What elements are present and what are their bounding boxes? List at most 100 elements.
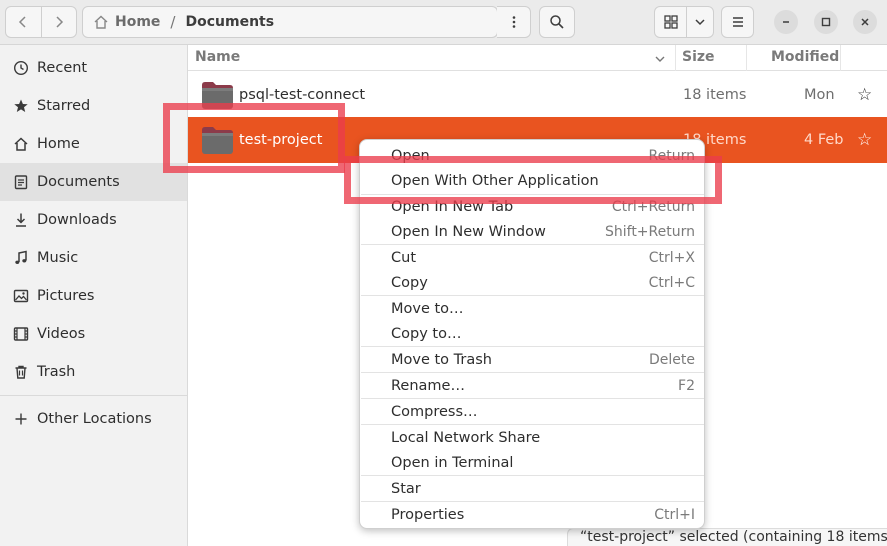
menu-item-copy[interactable]: Copy Ctrl+C [360, 270, 704, 295]
menu-item-cut[interactable]: Cut Ctrl+X [360, 245, 704, 270]
search-button[interactable] [539, 6, 575, 38]
sidebar-item-documents[interactable]: Documents [0, 163, 187, 201]
menu-item-compress[interactable]: Compress… [360, 399, 704, 424]
close-button[interactable] [853, 10, 877, 34]
menu-item-label: Rename… [391, 377, 465, 394]
menu-item-copy-to[interactable]: Copy to… [360, 321, 704, 346]
menu-shortcut: Ctrl+C [648, 274, 695, 291]
menu-shortcut: Ctrl+X [648, 249, 695, 266]
breadcrumb-current[interactable]: Documents [185, 14, 274, 30]
navigation-buttons [5, 6, 77, 38]
breadcrumb-separator: / [170, 13, 176, 31]
column-divider [746, 45, 747, 71]
view-toggle-group [654, 6, 714, 38]
menu-item-rename[interactable]: Rename… F2 [360, 373, 704, 398]
menu-item-open-in-new-tab[interactable]: Open In New Tab Ctrl+Return [360, 194, 704, 219]
file-modified: Mon [804, 87, 835, 103]
breadcrumb-home-label: Home [115, 14, 161, 30]
grid-icon [664, 15, 678, 29]
sidebar-item-home[interactable]: Home [0, 125, 187, 163]
star-icon [12, 97, 30, 115]
back-button[interactable] [6, 7, 41, 37]
view-options-button[interactable] [686, 7, 713, 37]
home-icon [12, 135, 30, 153]
menu-item-label: Properties [391, 506, 465, 523]
chevron-right-icon [56, 16, 64, 28]
music-icon [12, 249, 30, 267]
star-icon[interactable]: ☆ [857, 85, 872, 105]
menu-item-label: Open In New Tab [391, 198, 514, 215]
menu-item-label: Open [391, 147, 430, 164]
menu-item-label: Compress… [391, 403, 478, 420]
sidebar-item-downloads[interactable]: Downloads [0, 201, 187, 239]
plus-icon [12, 410, 30, 428]
sidebar-item-label: Recent [37, 60, 88, 76]
table-row[interactable]: psql-test-connect 18 items Mon ☆ [188, 72, 887, 118]
status-bar: “test-project” selected (containing 18 i… [567, 528, 887, 546]
search-icon [550, 15, 564, 29]
sidebar-item-pictures[interactable]: Pictures [0, 277, 187, 315]
sidebar-item-label: Other Locations [37, 411, 152, 427]
breadcrumb-home[interactable]: Home [83, 14, 160, 30]
video-icon [12, 325, 30, 343]
menu-item-open-in-new-window[interactable]: Open In New Window Shift+Return [360, 219, 704, 244]
file-size: 18 items [683, 87, 747, 103]
menu-shortcut: Shift+Return [604, 223, 695, 240]
star-icon[interactable]: ☆ [857, 130, 872, 150]
clock-icon [12, 59, 30, 77]
chevron-down-icon [695, 19, 705, 26]
column-divider [675, 45, 676, 71]
grid-view-button[interactable] [655, 7, 686, 37]
minimize-icon [783, 21, 789, 23]
home-icon [94, 15, 108, 29]
menu-shortcut: Ctrl+Return [611, 198, 695, 215]
maximize-button[interactable] [814, 10, 838, 34]
main-menu-button[interactable] [721, 6, 754, 38]
column-modified[interactable]: Modified [771, 49, 839, 65]
folder-icon [202, 82, 233, 109]
file-name: test-project [239, 132, 323, 148]
menu-item-label: Open With Other Application [391, 172, 599, 189]
sidebar-item-label: Documents [37, 174, 120, 190]
sidebar-item-other-locations[interactable]: Other Locations [0, 400, 187, 438]
menu-item-open-in-terminal[interactable]: Open in Terminal [360, 450, 704, 475]
menu-item-local-network-share[interactable]: Local Network Share [360, 425, 704, 450]
menu-item-open[interactable]: Open Return [360, 143, 704, 168]
sidebar-item-recent[interactable]: Recent [0, 49, 187, 87]
menu-item-label: Open in Terminal [391, 454, 514, 471]
header-bar: Home / Documents [0, 0, 887, 45]
file-modified: 4 Feb [804, 132, 844, 148]
sidebar-item-trash[interactable]: Trash [0, 353, 187, 391]
trash-icon [12, 363, 30, 381]
sidebar-item-starred[interactable]: Starred [0, 87, 187, 125]
column-size[interactable]: Size [682, 49, 715, 65]
sidebar-item-music[interactable]: Music [0, 239, 187, 277]
path-menu-button[interactable] [497, 6, 531, 38]
vertical-dots-icon [512, 16, 515, 28]
chevron-left-icon [19, 16, 27, 28]
minimize-button[interactable] [774, 10, 798, 34]
menu-item-label: Star [391, 480, 421, 497]
sidebar-item-label: Home [37, 136, 80, 152]
file-name: psql-test-connect [239, 87, 366, 103]
menu-item-move-to-trash[interactable]: Move to Trash Delete [360, 347, 704, 372]
sidebar-item-label: Downloads [37, 212, 117, 228]
menu-item-open-with-other-application[interactable]: Open With Other Application [360, 168, 704, 193]
menu-item-label: Move to Trash [391, 351, 492, 368]
forward-button[interactable] [40, 7, 76, 37]
sidebar-item-videos[interactable]: Videos [0, 315, 187, 353]
menu-item-label: Local Network Share [391, 429, 541, 446]
menu-shortcut: F2 [678, 377, 695, 394]
menu-item-move-to[interactable]: Move to… [360, 296, 704, 321]
chevron-down-icon[interactable] [654, 53, 666, 65]
menu-shortcut: Ctrl+I [654, 506, 695, 523]
folder-icon [202, 127, 233, 154]
document-icon [12, 173, 30, 191]
sidebar-divider [0, 395, 187, 396]
menu-shortcut: Delete [649, 351, 695, 368]
menu-item-star[interactable]: Star [360, 476, 704, 501]
column-name[interactable]: Name [195, 49, 240, 65]
menu-item-label: Copy to… [391, 325, 462, 342]
path-bar: Home / Documents [82, 6, 498, 38]
menu-item-properties[interactable]: Properties Ctrl+I [360, 502, 704, 527]
